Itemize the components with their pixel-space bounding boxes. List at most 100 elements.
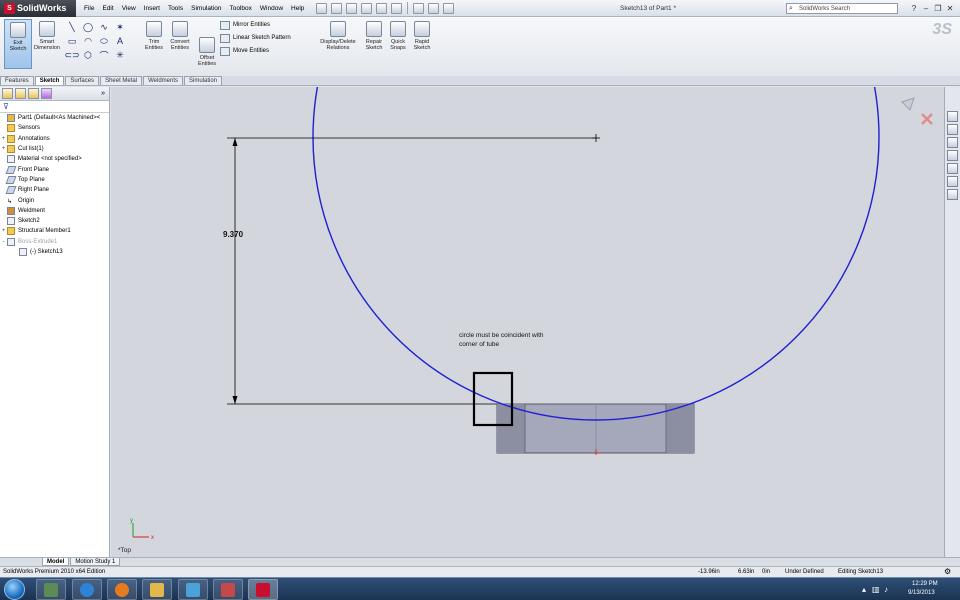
mirror-entities-button[interactable]: Mirror Entities bbox=[220, 19, 312, 32]
spline-icon[interactable]: ∿ bbox=[96, 22, 112, 33]
tree-item[interactable]: Right Plane bbox=[0, 185, 109, 195]
zoom-to-fit-icon[interactable]: ⊕ bbox=[456, 87, 466, 88]
taskbar-app-paint[interactable] bbox=[213, 579, 243, 600]
taskbar-app-solidworks[interactable] bbox=[248, 579, 278, 600]
tab-simulation[interactable]: Simulation bbox=[184, 76, 223, 85]
tree-item[interactable]: Part1 (Default<As Machined>< bbox=[0, 113, 109, 123]
clock-time[interactable]: 12:29 PM bbox=[912, 581, 938, 587]
select-arrow-icon[interactable] bbox=[413, 2, 425, 14]
graphics-restore-icon[interactable]: ❐ bbox=[916, 87, 927, 88]
print-icon[interactable] bbox=[361, 2, 373, 14]
tree-item[interactable]: Weldment bbox=[0, 206, 109, 216]
tree-item[interactable]: Sensors bbox=[0, 123, 109, 133]
edit-appearance-icon[interactable]: ◉ bbox=[526, 87, 536, 88]
tree-item[interactable]: Material <not specified> bbox=[0, 154, 109, 164]
text-icon[interactable]: A bbox=[112, 36, 128, 46]
plane-sketch-icon[interactable]: ✳ bbox=[112, 50, 128, 61]
tree-item[interactable]: - Boss-Extrude1 bbox=[0, 237, 109, 247]
close-button[interactable]: ✕ bbox=[944, 0, 956, 17]
menu-view[interactable]: View bbox=[118, 0, 140, 17]
display-style-icon[interactable]: ◧ bbox=[506, 87, 516, 88]
tab-sketch[interactable]: Sketch bbox=[34, 76, 65, 85]
show-hidden-icons-icon[interactable]: ▴ bbox=[862, 585, 866, 594]
redo-icon[interactable] bbox=[391, 2, 403, 14]
tree-expand-toggle[interactable]: + bbox=[0, 134, 7, 144]
rectangle-icon[interactable]: ▭ bbox=[64, 36, 80, 47]
tab-model[interactable]: Model bbox=[42, 558, 70, 566]
menu-window[interactable]: Window bbox=[256, 0, 287, 17]
start-button[interactable] bbox=[4, 579, 25, 600]
feature-manager-icon[interactable] bbox=[2, 88, 13, 99]
rebuild-icon[interactable] bbox=[428, 2, 440, 14]
minimize-button[interactable]: – bbox=[920, 0, 932, 17]
search-results-icon[interactable] bbox=[947, 150, 958, 161]
tree-item[interactable]: Top Plane bbox=[0, 175, 109, 185]
volume-icon[interactable]: ♪ bbox=[884, 585, 888, 594]
linear-sketch-pattern-button[interactable]: Linear Sketch Pattern bbox=[220, 32, 312, 45]
cancel-sketch-icon[interactable] bbox=[921, 113, 933, 125]
move-entities-button[interactable]: Move Entities bbox=[220, 45, 312, 58]
property-manager-icon[interactable] bbox=[15, 88, 26, 99]
tab-weldments[interactable]: Weldments bbox=[143, 76, 183, 85]
tree-item[interactable]: + Structural Member1 bbox=[0, 226, 109, 236]
display-delete-relations-button[interactable]: Display/Delete Relations bbox=[316, 19, 360, 69]
open-folder-icon[interactable] bbox=[331, 2, 343, 14]
confirm-sketch-icon[interactable] bbox=[901, 97, 915, 111]
feature-tree-filter[interactable]: ⊽ bbox=[0, 101, 109, 113]
view-orientation-icon[interactable]: ◈ bbox=[496, 87, 506, 88]
dimension-value[interactable]: 9.370 bbox=[223, 230, 243, 239]
slot-icon[interactable]: ⊂⊃ bbox=[64, 50, 80, 61]
menu-file[interactable]: File bbox=[80, 0, 98, 17]
solidworks-resources-icon[interactable] bbox=[947, 111, 958, 122]
help-button[interactable]: ? bbox=[908, 0, 920, 17]
taskbar-app-tools[interactable] bbox=[178, 579, 208, 600]
solidworks-logo[interactable]: S SolidWorks bbox=[0, 0, 76, 17]
section-view-icon[interactable]: ▦ bbox=[486, 87, 496, 88]
tree-expand-toggle[interactable]: + bbox=[0, 144, 7, 154]
tree-item[interactable]: + Annotations bbox=[0, 134, 109, 144]
taskbar-app-internet-explorer[interactable] bbox=[72, 579, 102, 600]
tree-expand-toggle[interactable]: + bbox=[0, 226, 7, 236]
circle-icon[interactable]: ◯ bbox=[80, 22, 96, 33]
tree-item[interactable]: (-) Sketch13 bbox=[0, 247, 109, 257]
hide-show-items-icon[interactable]: ◐ bbox=[516, 87, 526, 88]
polygon-icon[interactable]: ⬡ bbox=[80, 50, 96, 61]
menu-edit[interactable]: Edit bbox=[98, 0, 117, 17]
taskbar-app-firefox[interactable] bbox=[107, 579, 137, 600]
chevron-right-icon[interactable]: » bbox=[101, 90, 105, 97]
graphics-minimize-icon[interactable]: – bbox=[905, 87, 916, 88]
view-palette-icon[interactable] bbox=[947, 163, 958, 174]
custom-properties-icon[interactable] bbox=[947, 189, 958, 200]
menu-simulation[interactable]: Simulation bbox=[187, 0, 225, 17]
smart-dimension-button[interactable]: Smart Dimension bbox=[33, 19, 61, 69]
file-explorer-icon[interactable] bbox=[947, 137, 958, 148]
menu-toolbox[interactable]: Toolbox bbox=[225, 0, 255, 17]
tree-expand-toggle[interactable]: - bbox=[0, 237, 7, 247]
tree-item[interactable]: Sketch2 bbox=[0, 216, 109, 226]
new-document-icon[interactable] bbox=[316, 2, 328, 14]
zoom-to-area-icon[interactable]: ⊕ bbox=[466, 87, 476, 88]
tab-motion-study[interactable]: Motion Study 1 bbox=[70, 558, 121, 566]
graphics-close-icon[interactable]: ✕ bbox=[927, 87, 938, 88]
configuration-manager-icon[interactable] bbox=[28, 88, 39, 99]
menu-help[interactable]: Help bbox=[287, 0, 308, 17]
menu-tools[interactable]: Tools bbox=[164, 0, 187, 17]
arc-icon[interactable]: ◠ bbox=[80, 36, 96, 47]
graphics-area[interactable]: x y ⊕ ⊕ ⟲ ▦ ◈ ◧ ◐ ◉ ☀ – ❐ ✕ circle must … bbox=[111, 87, 944, 557]
convert-entities-button[interactable]: Convert Entities bbox=[166, 19, 194, 69]
tree-item[interactable]: Front Plane bbox=[0, 164, 109, 174]
status-options-icon[interactable]: ⚙ bbox=[944, 567, 951, 577]
options-icon[interactable] bbox=[443, 2, 455, 14]
previous-view-icon[interactable]: ⟲ bbox=[476, 87, 486, 88]
point-icon[interactable]: ✶ bbox=[112, 22, 128, 33]
tab-features[interactable]: Features bbox=[0, 76, 34, 85]
undo-icon[interactable] bbox=[376, 2, 388, 14]
tab-sheet-metal[interactable]: Sheet Metal bbox=[100, 76, 143, 85]
exit-sketch-button[interactable]: Exit Sketch bbox=[4, 19, 32, 69]
tab-surfaces[interactable]: Surfaces bbox=[65, 76, 100, 85]
ellipse-icon[interactable]: ⬭ bbox=[96, 36, 112, 47]
clock-date[interactable]: 9/13/2013 bbox=[908, 590, 935, 596]
save-icon[interactable] bbox=[346, 2, 358, 14]
fillet-icon[interactable]: ⌒ bbox=[96, 49, 112, 62]
tree-item[interactable]: + Cut list(1) bbox=[0, 144, 109, 154]
